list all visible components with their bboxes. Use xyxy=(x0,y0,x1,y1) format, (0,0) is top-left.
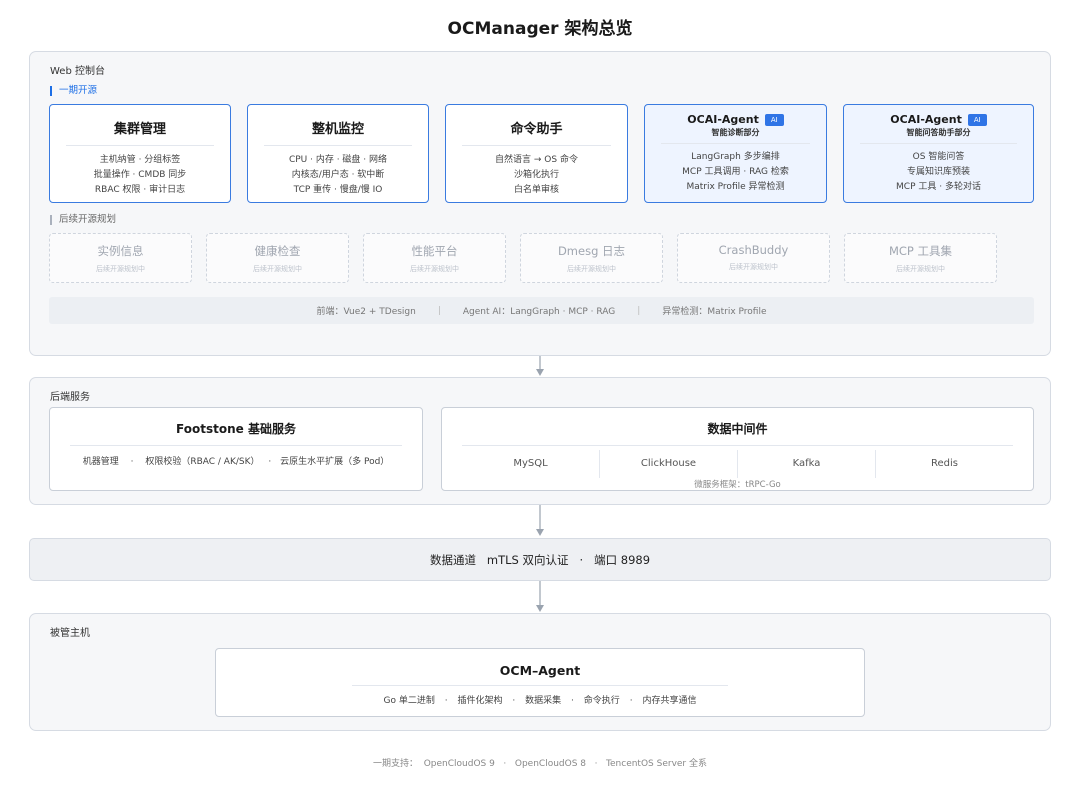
agent-item: Go 单二进制 xyxy=(383,696,435,706)
planned-performance: 性能平台 后续开源规划中 xyxy=(363,233,506,283)
supported-os-footer: 一期支持： OpenCloudOS 9 · OpenCloudOS 8 · Te… xyxy=(373,759,707,769)
down-arrow-icon xyxy=(536,505,544,536)
card-subtitle: 智能诊断部分 xyxy=(711,128,760,137)
planned-dmesg: Dmesg 日志 后续开源规划中 xyxy=(520,233,663,283)
card-title: 集群管理 xyxy=(113,122,166,137)
data-channel-bar: 数据通道 mTLS 双向认证 · 端口 8989 xyxy=(29,538,1051,581)
card-line: 沙箱化执行 xyxy=(513,170,559,180)
card-title: OCAI-Agent xyxy=(687,113,759,126)
tech-stack-bar: 前端：Vue2 + TDesign | Agent AI：LangGraph ·… xyxy=(49,297,1034,324)
card-title: 整机监控 xyxy=(311,122,364,137)
microservice-note: 微服务框架：tRPC-Go xyxy=(694,480,781,490)
ocm-agent-title: OCM–Agent xyxy=(499,663,581,678)
down-arrow-icon xyxy=(536,356,544,376)
agent-item: 数据采集 xyxy=(525,696,562,706)
card-line: 内核态/用户态 · 软中断 xyxy=(291,170,385,180)
page-title: OCManager 架构总览 xyxy=(447,19,633,39)
card-line: Matrix Profile 异常检测 xyxy=(686,182,785,192)
card-title: 命令助手 xyxy=(510,122,563,137)
planned-name: Dmesg 日志 xyxy=(557,244,626,258)
planned-name: MCP 工具集 xyxy=(888,244,953,258)
card-line: OS 智能问答 xyxy=(912,152,965,162)
planned-health-check: 健康检查 后续开源规划中 xyxy=(206,233,349,283)
footstone-item: 权限校验（RBAC / AK/SK） xyxy=(145,457,260,467)
card-line: MCP 工具 · 多轮对话 xyxy=(896,182,981,192)
footstone-item: 机器管理 xyxy=(82,457,119,467)
middleware-box[interactable]: 数据中间件 MySQL ClickHouse Kafka Redis 微服务框架… xyxy=(441,407,1034,491)
divider xyxy=(462,145,611,146)
card-line: CPU · 内存 · 磁盘 · 网络 xyxy=(288,155,388,165)
agent-item: 命令执行 xyxy=(583,696,620,706)
divider xyxy=(264,145,412,146)
middleware-title: 数据中间件 xyxy=(707,422,768,436)
card-line: 专属知识库预装 xyxy=(906,167,970,177)
planned-mcp-tools: MCP 工具集 后续开源规划中 xyxy=(844,233,997,283)
tech-separator: | xyxy=(437,305,441,316)
card-line: 批量操作 · CMDB 同步 xyxy=(93,170,187,180)
planned-status: 后续开源规划中 xyxy=(896,265,945,273)
card-cluster-management[interactable]: 集群管理 主机纳管 · 分组标签 批量操作 · CMDB 同步 RBAC 权限 … xyxy=(49,104,231,203)
planned-name: 实例信息 xyxy=(97,244,144,258)
divider xyxy=(352,685,728,686)
card-title-row: OCAI-Agent AI xyxy=(844,113,1033,126)
card-title-row: OCAI-Agent AI xyxy=(645,113,826,126)
card-line: 白名单审核 xyxy=(513,185,559,195)
divider xyxy=(66,145,214,146)
planned-instance-info: 实例信息 后续开源规划中 xyxy=(49,233,192,283)
ai-badge: AI xyxy=(764,113,784,126)
card-line: 自然语言 → OS 命令 xyxy=(495,155,578,165)
divider xyxy=(661,143,810,144)
card-line: 主机纳管 · 分组标签 xyxy=(99,155,181,165)
card-line: RBAC 权限 · 审计日志 xyxy=(94,185,186,195)
divider xyxy=(70,445,402,446)
card-line: MCP 工具调用 · RAG 检索 xyxy=(682,167,789,177)
middleware-list: MySQL ClickHouse Kafka Redis xyxy=(462,450,1013,478)
section-label-web: Web 控制台 xyxy=(50,66,105,77)
card-command-assistant[interactable]: 命令助手 自然语言 → OS 命令 沙箱化执行 白名单审核 xyxy=(445,104,628,203)
middleware-clickhouse: ClickHouse xyxy=(600,450,738,478)
agent-item: 插件化架构 xyxy=(457,696,503,706)
footstone-title: Footstone 基础服务 xyxy=(176,422,296,436)
planned-crashbuddy: CrashBuddy 后续开源规划中 xyxy=(677,233,830,283)
planned-status: 后续开源规划中 xyxy=(410,265,459,273)
footstone-box[interactable]: Footstone 基础服务 机器管理 · 权限校验（RBAC / AK/SK）… xyxy=(49,407,423,491)
tech-agent-ai: Agent AI：LangGraph · MCP · RAG xyxy=(462,307,616,317)
planned-label: 后续开源规划 xyxy=(50,215,116,225)
divider xyxy=(860,143,1017,144)
section-label-hosts: 被管主机 xyxy=(50,628,90,639)
footstone-item: 云原生水平扩展（多 Pod） xyxy=(280,457,390,467)
planned-name: CrashBuddy xyxy=(718,243,789,257)
tech-frontend: 前端：Vue2 + TDesign xyxy=(316,307,416,317)
ai-badge: AI xyxy=(967,113,987,126)
card-subtitle: 智能问答助手部分 xyxy=(906,128,971,137)
channel-text: 数据通道 mTLS 双向认证 · 端口 8989 xyxy=(429,552,651,567)
card-line: TCP 重传 · 慢盘/慢 IO xyxy=(293,185,383,195)
card-title: OCAI-Agent xyxy=(890,113,962,126)
planned-status: 后续开源规划中 xyxy=(253,265,302,273)
middleware-redis: Redis xyxy=(931,458,958,469)
middleware-mysql: MySQL xyxy=(462,450,600,478)
tech-separator: | xyxy=(637,305,641,316)
agent-item: 内存共享通信 xyxy=(642,696,697,706)
phase1-label: 一期开源 xyxy=(50,86,97,96)
planned-status: 后续开源规划中 xyxy=(729,263,778,271)
planned-status: 后续开源规划中 xyxy=(567,265,616,273)
middleware-kafka: Kafka xyxy=(738,450,876,478)
ocm-agent-box[interactable]: OCM–Agent Go 单二进制 · 插件化架构 · 数据采集 · 命令执行 … xyxy=(215,648,865,717)
card-ocai-qa[interactable]: OCAI-Agent AI 智能问答助手部分 OS 智能问答 专属知识库预装 M… xyxy=(843,104,1034,203)
ocm-agent-items: Go 单二进制 · 插件化架构 · 数据采集 · 命令执行 · 内存共享通信 xyxy=(383,696,697,706)
card-line: LangGraph 多步编排 xyxy=(691,152,780,162)
card-ocai-diagnosis[interactable]: OCAI-Agent AI 智能诊断部分 LangGraph 多步编排 MCP … xyxy=(644,104,827,203)
section-label-backend: 后端服务 xyxy=(50,392,90,403)
planned-name: 健康检查 xyxy=(254,244,301,258)
planned-name: 性能平台 xyxy=(411,244,458,258)
down-arrow-icon xyxy=(536,581,544,612)
footstone-items: 机器管理 · 权限校验（RBAC / AK/SK） · 云原生水平扩展（多 Po… xyxy=(82,457,390,467)
tech-anomaly: 异常检测：Matrix Profile xyxy=(662,307,767,317)
planned-status: 后续开源规划中 xyxy=(96,265,145,273)
card-host-monitoring[interactable]: 整机监控 CPU · 内存 · 磁盘 · 网络 内核态/用户态 · 软中断 TC… xyxy=(247,104,429,203)
divider xyxy=(462,445,1013,446)
